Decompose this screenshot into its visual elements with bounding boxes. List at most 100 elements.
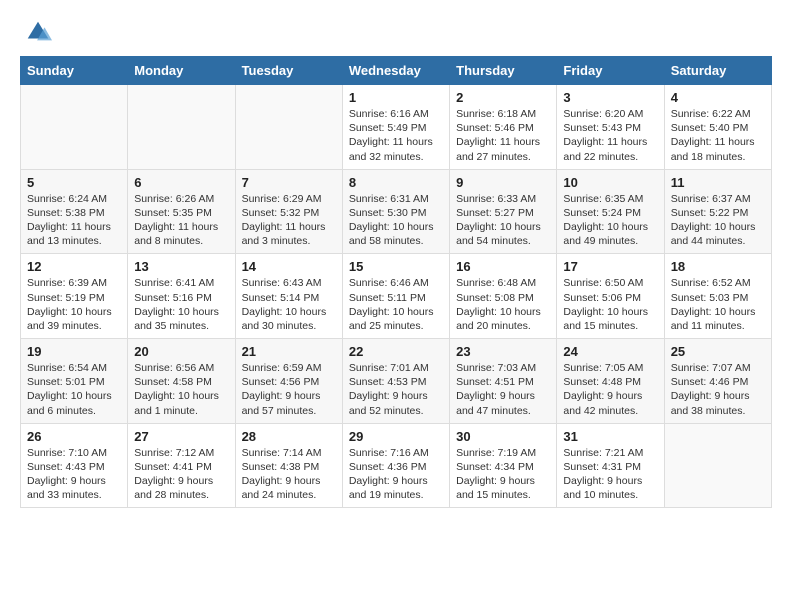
day-info: Sunrise: 6:33 AMSunset: 5:27 PMDaylight:… <box>456 192 550 249</box>
day-number: 2 <box>456 90 550 105</box>
day-cell: 22 Sunrise: 7:01 AMSunset: 4:53 PMDayligh… <box>342 339 449 424</box>
day-cell: 17 Sunrise: 6:50 AMSunset: 5:06 PMDayligh… <box>557 254 664 339</box>
day-header-thursday: Thursday <box>450 57 557 85</box>
calendar-week-5: 26Sunrise: 7:10 AMSunset: 4:43 PMDayligh… <box>21 423 772 508</box>
day-cell: 7Sunrise: 6:29 AMSunset: 5:32 PMDaylight… <box>235 169 342 254</box>
day-cell: 30Sunrise: 7:19 AMSunset: 4:34 PMDayligh… <box>450 423 557 508</box>
calendar-container: SundayMondayTuesdayWednesdayThursdayFrid… <box>0 56 792 518</box>
day-info: Sunrise: 6:43 AMSunset: 5:14 PMDaylight:… <box>242 276 336 333</box>
day-info: Sunrise: 7:05 AMSunset: 4:48 PMDaylight:… <box>563 361 657 418</box>
day-number: 31 <box>563 429 657 444</box>
day-info: Sunrise: 6:20 AMSunset: 5:43 PMDaylight:… <box>563 107 657 164</box>
day-cell: 13 Sunrise: 6:41 AMSunset: 5:16 PMDayligh… <box>128 254 235 339</box>
day-cell: 10Sunrise: 6:35 AMSunset: 5:24 PMDayligh… <box>557 169 664 254</box>
day-cell: 21Sunrise: 6:59 AMSunset: 4:56 PMDayligh… <box>235 339 342 424</box>
day-info: Sunrise: 6:56 AMSunset: 4:58 PMDaylight:… <box>134 361 228 418</box>
day-info: Sunrise: 6:22 AMSunset: 5:40 PMDaylight:… <box>671 107 765 164</box>
day-cell: 16 Sunrise: 6:48 AMSunset: 5:08 PMDayligh… <box>450 254 557 339</box>
day-cell: 9 Sunrise: 6:33 AMSunset: 5:27 PMDaylight… <box>450 169 557 254</box>
page-header <box>0 0 792 56</box>
day-header-saturday: Saturday <box>664 57 771 85</box>
day-number: 9 <box>456 175 550 190</box>
day-cell: 2 Sunrise: 6:18 AMSunset: 5:46 PMDaylight… <box>450 85 557 170</box>
day-number: 29 <box>349 429 443 444</box>
day-cell <box>128 85 235 170</box>
day-number: 23 <box>456 344 550 359</box>
day-cell: 1 Sunrise: 6:16 AMSunset: 5:49 PMDaylight… <box>342 85 449 170</box>
day-number: 13 <box>134 259 228 274</box>
day-number: 1 <box>349 90 443 105</box>
day-number: 11 <box>671 175 765 190</box>
day-cell: 14 Sunrise: 6:43 AMSunset: 5:14 PMDayligh… <box>235 254 342 339</box>
day-cell <box>664 423 771 508</box>
day-cell: 19Sunrise: 6:54 AMSunset: 5:01 PMDayligh… <box>21 339 128 424</box>
day-number: 25 <box>671 344 765 359</box>
day-cell: 12 Sunrise: 6:39 AMSunset: 5:19 PMDayligh… <box>21 254 128 339</box>
day-info: Sunrise: 6:26 AMSunset: 5:35 PMDaylight:… <box>134 192 228 249</box>
day-info: Sunrise: 6:16 AMSunset: 5:49 PMDaylight:… <box>349 107 443 164</box>
day-info: Sunrise: 6:31 AMSunset: 5:30 PMDaylight:… <box>349 192 443 249</box>
day-number: 27 <box>134 429 228 444</box>
day-number: 28 <box>242 429 336 444</box>
day-cell: 29Sunrise: 7:16 AMSunset: 4:36 PMDayligh… <box>342 423 449 508</box>
day-info: Sunrise: 7:14 AMSunset: 4:38 PMDaylight:… <box>242 446 336 503</box>
calendar-week-1: 1 Sunrise: 6:16 AMSunset: 5:49 PMDaylight… <box>21 85 772 170</box>
day-number: 4 <box>671 90 765 105</box>
day-header-tuesday: Tuesday <box>235 57 342 85</box>
day-number: 14 <box>242 259 336 274</box>
day-cell: 20Sunrise: 6:56 AMSunset: 4:58 PMDayligh… <box>128 339 235 424</box>
day-info: Sunrise: 6:52 AMSunset: 5:03 PMDaylight:… <box>671 276 765 333</box>
day-info: Sunrise: 6:37 AMSunset: 5:22 PMDaylight:… <box>671 192 765 249</box>
day-cell: 31 Sunrise: 7:21 AMSunset: 4:31 PMDayligh… <box>557 423 664 508</box>
day-info: Sunrise: 6:48 AMSunset: 5:08 PMDaylight:… <box>456 276 550 333</box>
day-number: 3 <box>563 90 657 105</box>
day-cell: 28 Sunrise: 7:14 AMSunset: 4:38 PMDayligh… <box>235 423 342 508</box>
calendar-week-2: 5Sunrise: 6:24 AMSunset: 5:38 PMDaylight… <box>21 169 772 254</box>
day-info: Sunrise: 6:18 AMSunset: 5:46 PMDaylight:… <box>456 107 550 164</box>
logo <box>24 18 56 46</box>
day-number: 26 <box>27 429 121 444</box>
day-info: Sunrise: 6:54 AMSunset: 5:01 PMDaylight:… <box>27 361 121 418</box>
day-cell: 27 Sunrise: 7:12 AMSunset: 4:41 PMDayligh… <box>128 423 235 508</box>
day-cell: 5Sunrise: 6:24 AMSunset: 5:38 PMDaylight… <box>21 169 128 254</box>
day-info: Sunrise: 6:41 AMSunset: 5:16 PMDaylight:… <box>134 276 228 333</box>
day-cell: 15 Sunrise: 6:46 AMSunset: 5:11 PMDayligh… <box>342 254 449 339</box>
day-cell: 3 Sunrise: 6:20 AMSunset: 5:43 PMDaylight… <box>557 85 664 170</box>
day-cell: 24 Sunrise: 7:05 AMSunset: 4:48 PMDayligh… <box>557 339 664 424</box>
day-number: 5 <box>27 175 121 190</box>
day-info: Sunrise: 6:35 AMSunset: 5:24 PMDaylight:… <box>563 192 657 249</box>
day-header-sunday: Sunday <box>21 57 128 85</box>
calendar-week-3: 12 Sunrise: 6:39 AMSunset: 5:19 PMDayligh… <box>21 254 772 339</box>
day-cell: 11 Sunrise: 6:37 AMSunset: 5:22 PMDayligh… <box>664 169 771 254</box>
calendar-header-row: SundayMondayTuesdayWednesdayThursdayFrid… <box>21 57 772 85</box>
day-info: Sunrise: 6:29 AMSunset: 5:32 PMDaylight:… <box>242 192 336 249</box>
day-number: 15 <box>349 259 443 274</box>
day-cell: 6Sunrise: 6:26 AMSunset: 5:35 PMDaylight… <box>128 169 235 254</box>
day-number: 12 <box>27 259 121 274</box>
day-info: Sunrise: 6:59 AMSunset: 4:56 PMDaylight:… <box>242 361 336 418</box>
day-number: 22 <box>349 344 443 359</box>
day-cell: 18 Sunrise: 6:52 AMSunset: 5:03 PMDayligh… <box>664 254 771 339</box>
day-number: 24 <box>563 344 657 359</box>
day-number: 16 <box>456 259 550 274</box>
day-number: 18 <box>671 259 765 274</box>
day-cell: 4 Sunrise: 6:22 AMSunset: 5:40 PMDaylight… <box>664 85 771 170</box>
day-info: Sunrise: 7:03 AMSunset: 4:51 PMDaylight:… <box>456 361 550 418</box>
day-info: Sunrise: 7:12 AMSunset: 4:41 PMDaylight:… <box>134 446 228 503</box>
day-cell: 8 Sunrise: 6:31 AMSunset: 5:30 PMDaylight… <box>342 169 449 254</box>
day-info: Sunrise: 7:07 AMSunset: 4:46 PMDaylight:… <box>671 361 765 418</box>
calendar-table: SundayMondayTuesdayWednesdayThursdayFrid… <box>20 56 772 508</box>
day-info: Sunrise: 6:39 AMSunset: 5:19 PMDaylight:… <box>27 276 121 333</box>
day-header-monday: Monday <box>128 57 235 85</box>
day-info: Sunrise: 7:21 AMSunset: 4:31 PMDaylight:… <box>563 446 657 503</box>
logo-icon <box>24 18 52 46</box>
day-number: 17 <box>563 259 657 274</box>
day-number: 8 <box>349 175 443 190</box>
day-number: 30 <box>456 429 550 444</box>
day-cell <box>235 85 342 170</box>
day-info: Sunrise: 7:01 AMSunset: 4:53 PMDaylight:… <box>349 361 443 418</box>
day-cell: 25 Sunrise: 7:07 AMSunset: 4:46 PMDayligh… <box>664 339 771 424</box>
day-cell: 26Sunrise: 7:10 AMSunset: 4:43 PMDayligh… <box>21 423 128 508</box>
day-info: Sunrise: 6:50 AMSunset: 5:06 PMDaylight:… <box>563 276 657 333</box>
day-info: Sunrise: 6:46 AMSunset: 5:11 PMDaylight:… <box>349 276 443 333</box>
